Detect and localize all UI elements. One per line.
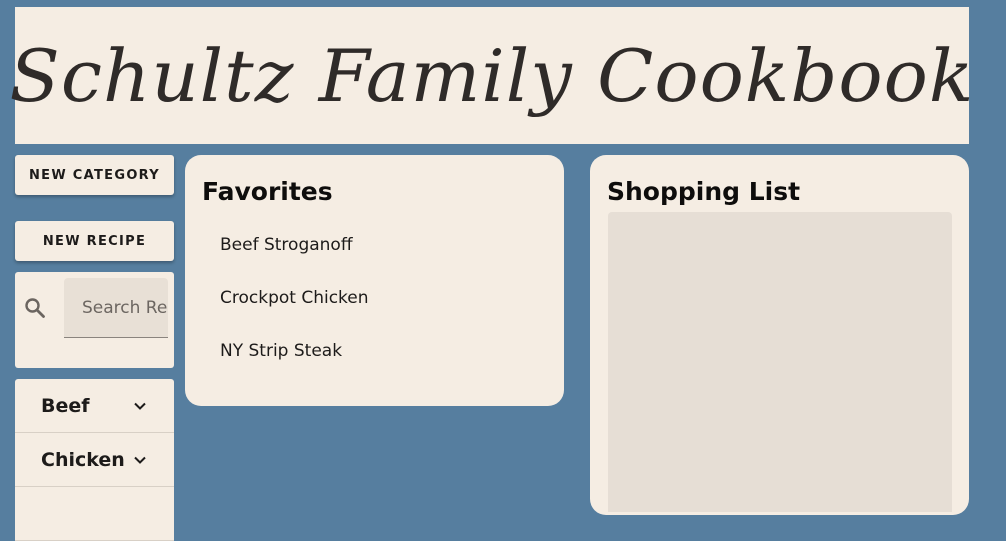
shopping-list-title: Shopping List (607, 177, 801, 206)
category-item-beef[interactable]: Beef (15, 379, 174, 433)
new-category-button[interactable]: NEW CATEGORY (15, 155, 174, 195)
favorite-item[interactable]: NY Strip Steak (220, 334, 369, 387)
category-label: Beef (41, 394, 90, 417)
favorite-item[interactable]: Beef Stroganoff (220, 228, 369, 281)
shopping-list-textarea[interactable] (608, 212, 952, 512)
app-title: Schultz Family Cookbook (9, 33, 975, 118)
favorites-list: Beef Stroganoff Crockpot Chicken NY Stri… (220, 228, 369, 387)
recipe-search (15, 272, 174, 368)
favorite-item[interactable]: Crockpot Chicken (220, 281, 369, 334)
chevron-down-icon[interactable] (132, 452, 148, 468)
shopping-list-card: Shopping List (590, 155, 969, 515)
category-list: Beef Chicken (15, 379, 174, 541)
favorites-card: Favorites Beef Stroganoff Crockpot Chick… (185, 155, 564, 406)
app-header: Schultz Family Cookbook (10, 7, 973, 144)
search-icon (25, 298, 45, 318)
search-input[interactable] (64, 278, 168, 338)
new-recipe-button[interactable]: NEW RECIPE (15, 221, 174, 261)
category-item[interactable] (15, 487, 174, 541)
category-label: Chicken (41, 448, 125, 471)
category-item-chicken[interactable]: Chicken (15, 433, 174, 487)
chevron-down-icon[interactable] (132, 398, 148, 414)
favorites-title: Favorites (202, 177, 333, 206)
